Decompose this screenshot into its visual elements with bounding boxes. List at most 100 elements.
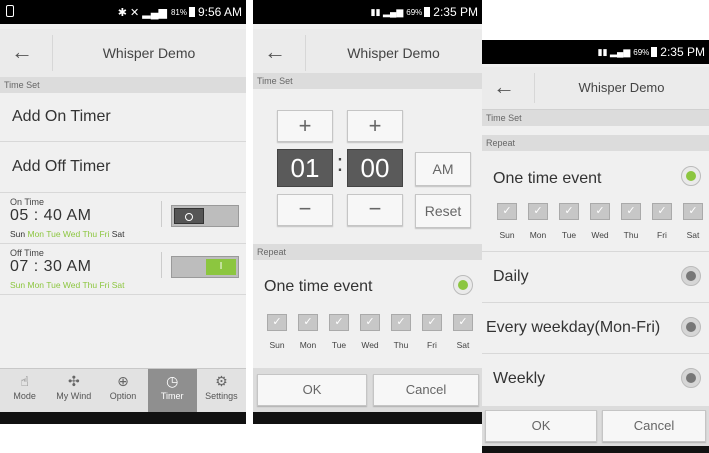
reset-button[interactable]: Reset [415, 194, 471, 228]
nav-settings[interactable]: ⚙ Settings [197, 369, 246, 413]
every-weekday-label: Every weekday(Mon-Fri) [486, 319, 661, 336]
clock-icon: ◷ [166, 373, 179, 389]
day-checkbox-mon[interactable]: ✓ [528, 203, 548, 220]
day-checkbox-wed[interactable]: ✓ [590, 203, 610, 220]
ok-button[interactable]: OK [257, 374, 367, 406]
off-timer-toggle[interactable]: I [171, 256, 239, 278]
day-checkbox-thu[interactable]: ✓ [391, 314, 411, 331]
day-label: Sat [686, 230, 700, 240]
day-label: Sun [269, 340, 285, 350]
hour-increment-button[interactable]: + [277, 110, 333, 142]
day-label: Thu [623, 230, 639, 240]
back-arrow-icon[interactable]: ← [8, 39, 36, 67]
page-title: Whisper Demo [578, 80, 665, 95]
am-pm-button[interactable]: AM [415, 152, 471, 186]
timer-label: Off Time [10, 248, 44, 258]
app-bar: ← Whisper Demo [0, 29, 246, 78]
cancel-button[interactable]: Cancel [602, 410, 706, 442]
status-time: 2:35 PM [660, 45, 705, 59]
minute-increment-button[interactable]: + [347, 110, 403, 142]
back-arrow-icon[interactable]: ← [261, 39, 289, 67]
battery-level: 69% [633, 47, 650, 57]
day-inactive: Sat [111, 229, 125, 239]
nav-option[interactable]: ⊕ Option [98, 369, 147, 413]
cancel-button[interactable]: Cancel [373, 374, 479, 406]
on-timer-item[interactable]: On Time 05 : 40 AM Sun Mon Tue Wed Thu F… [0, 193, 246, 244]
every-weekday-radio[interactable] [681, 317, 701, 337]
status-bar: ▮▮ ▂▄▆ 69% 2:35 PM [482, 40, 709, 64]
status-time: 2:35 PM [433, 5, 478, 19]
back-arrow-icon[interactable]: ← [490, 74, 518, 102]
hour-display: 01 [277, 149, 333, 187]
add-on-timer-button[interactable]: Add On Timer [0, 93, 246, 142]
radio-dot [686, 271, 696, 281]
day-checkbox-sat[interactable]: ✓ [453, 314, 473, 331]
hour-decrement-button[interactable]: − [277, 194, 333, 226]
day-checkbox-mon[interactable]: ✓ [298, 314, 318, 331]
one-time-event-radio[interactable] [681, 166, 701, 186]
section-header-time-set: Time Set [253, 73, 482, 89]
minute-display: 00 [347, 149, 403, 187]
status-bar: ▮▮ ▂▄▆ 69% 2:35 PM [253, 0, 482, 24]
timer-days: Sun Mon Tue Wed Thu Fri Sat [10, 280, 125, 290]
daily-label: Daily [493, 268, 529, 285]
system-nav-bar [0, 412, 246, 424]
day-checkbox-sun[interactable]: ✓ [267, 314, 287, 331]
day-checkbox-fri[interactable]: ✓ [652, 203, 672, 220]
day-checkbox-sun[interactable]: ✓ [497, 203, 517, 220]
day-label: Fri [657, 230, 667, 240]
day-checkbox-fri[interactable]: ✓ [422, 314, 442, 331]
page-title: Whisper Demo [102, 45, 196, 61]
day-checkbox-tue[interactable]: ✓ [329, 314, 349, 331]
phone-timer-list: ✱ ✕ ▂▄▆ 81% 9:56 AM ← Whisper Demo Time … [0, 0, 246, 424]
dialog-footer: OK Cancel [482, 406, 709, 446]
day-label: Wed [591, 230, 609, 240]
days-active: Sun Mon Tue Wed Thu Fri Sat [10, 280, 125, 290]
nav-label: My Wind [56, 391, 92, 401]
ok-button[interactable]: OK [485, 410, 597, 442]
day-checkbox-sat[interactable]: ✓ [683, 203, 703, 220]
nav-mode[interactable]: ☝ Mode [0, 369, 49, 413]
daily-radio[interactable] [681, 266, 701, 286]
one-time-event-radio[interactable] [453, 275, 473, 295]
day-checkbox-tue[interactable]: ✓ [559, 203, 579, 220]
day-label: Tue [331, 340, 347, 350]
battery-icon [651, 47, 658, 57]
day-checkbox-thu[interactable]: ✓ [621, 203, 641, 220]
minute-decrement-button[interactable]: − [347, 194, 403, 226]
day-checkboxes: ✓ ✓ ✓ ✓ ✓ ✓ ✓ [267, 314, 473, 331]
one-time-event-label: One time event [493, 170, 602, 187]
nav-label: Option [109, 391, 137, 401]
system-nav-bar [253, 412, 482, 424]
day-label: Sat [456, 340, 470, 350]
days-active: Mon Tue Wed Thu Fri [27, 229, 110, 239]
battery-level: 69% [406, 7, 423, 17]
battery-level: 81% [170, 7, 187, 17]
radio-dot [458, 280, 468, 290]
gear-icon: ⚙ [215, 373, 228, 389]
radio-dot [686, 322, 696, 332]
dialog-footer: OK Cancel [253, 368, 482, 412]
divider [482, 251, 709, 252]
divider [161, 201, 162, 227]
section-header-time-set: Time Set [482, 110, 709, 126]
nav-timer[interactable]: ◷ Timer [147, 369, 197, 413]
section-header-repeat: Repeat [253, 244, 482, 260]
signal-icons: ▮▮ ▂▄▆ [597, 46, 631, 57]
screenshot-icon [6, 5, 14, 17]
nav-my-wind[interactable]: ✣ My Wind [49, 369, 98, 413]
off-timer-item[interactable]: Off Time 07 : 30 AM Sun Mon Tue Wed Thu … [0, 244, 246, 295]
radio-dot [686, 373, 696, 383]
battery-icon [188, 7, 195, 17]
on-timer-toggle[interactable] [171, 205, 239, 227]
day-label: Sun [499, 230, 515, 240]
day-label: Wed [361, 340, 379, 350]
weekly-radio[interactable] [681, 368, 701, 388]
timer-days: Sun Mon Tue Wed Thu Fri Sat [10, 229, 125, 239]
bottom-navigation: ☝ Mode ✣ My Wind ⊕ Option ◷ Timer ⚙ Sett… [0, 368, 246, 413]
page-title: Whisper Demo [347, 45, 440, 61]
day-checkbox-wed[interactable]: ✓ [360, 314, 380, 331]
divider [482, 353, 709, 354]
toggle-knob [174, 208, 204, 224]
add-off-timer-button[interactable]: Add Off Timer [0, 142, 246, 193]
